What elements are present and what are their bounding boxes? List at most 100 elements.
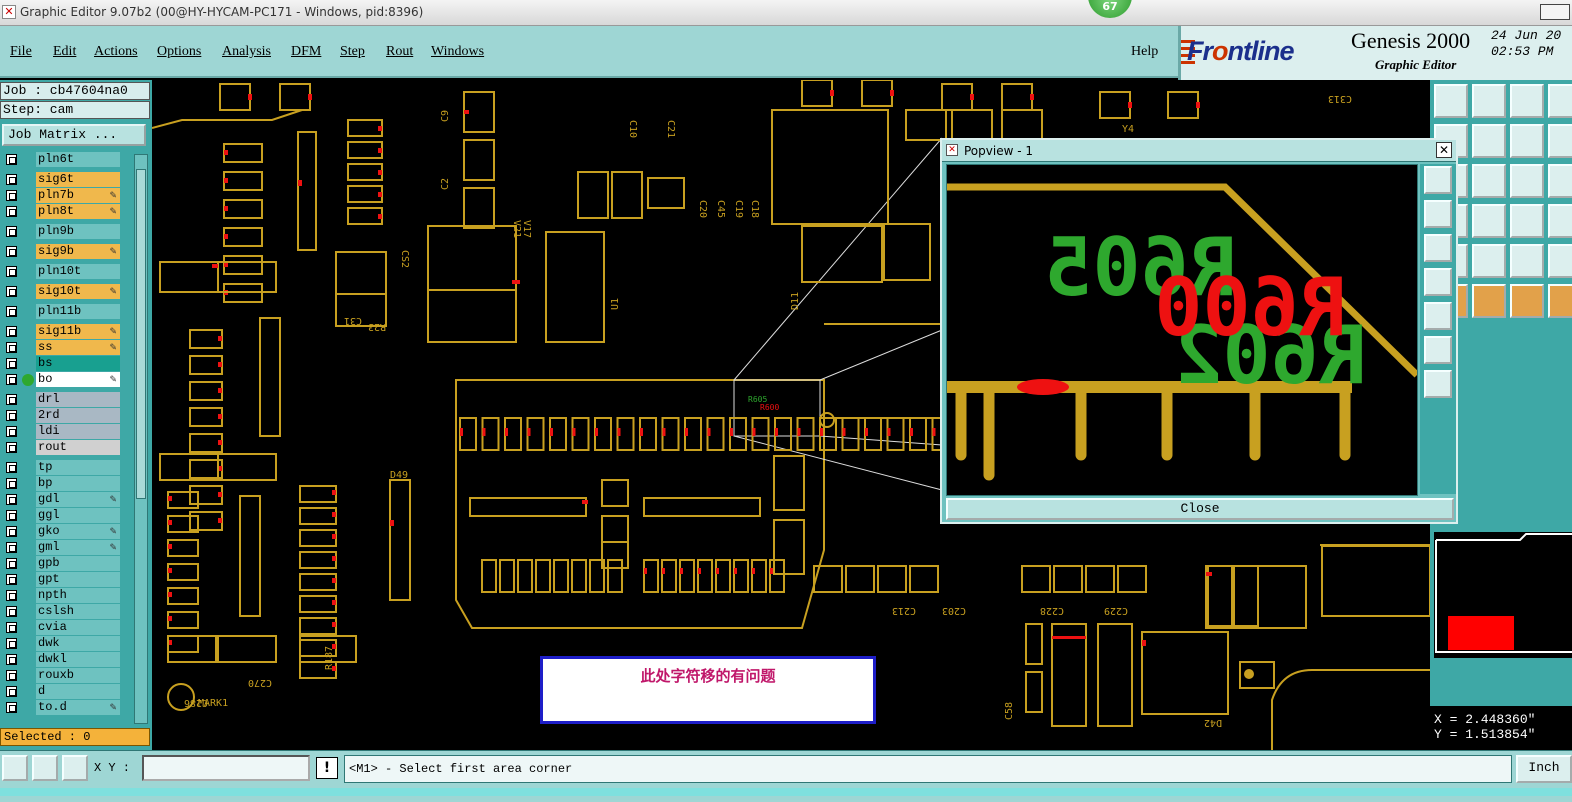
- layer-row-d[interactable]: d: [2, 684, 120, 699]
- overview-map[interactable]: [1430, 530, 1572, 706]
- layer-checkbox[interactable]: [6, 686, 17, 697]
- layer-checkbox[interactable]: [6, 462, 17, 473]
- layer-row-ss[interactable]: ss ✎: [2, 340, 120, 355]
- layer-checkbox[interactable]: [6, 526, 17, 537]
- arc-icon[interactable]: [1472, 244, 1506, 278]
- layer-checkbox[interactable]: [6, 702, 17, 713]
- layer-row-dwk[interactable]: dwk: [2, 636, 120, 651]
- popview-down-icon[interactable]: [1424, 234, 1452, 262]
- menu-edit[interactable]: Edit: [53, 44, 76, 60]
- layer-row-to.d[interactable]: to.d ✎: [2, 700, 120, 715]
- layer-checkbox[interactable]: [6, 358, 17, 369]
- layer-name[interactable]: bo ✎: [36, 372, 120, 387]
- layer-name[interactable]: pln6t: [36, 152, 120, 167]
- layer-checkbox[interactable]: [6, 306, 17, 317]
- menu-dfm[interactable]: DFM: [291, 44, 321, 60]
- layer-checkbox[interactable]: [6, 574, 17, 585]
- layer-name[interactable]: rouxb: [36, 668, 120, 683]
- pointer-icon[interactable]: [1510, 284, 1544, 318]
- measure-icon[interactable]: [32, 755, 58, 781]
- layer-name[interactable]: cvia: [36, 620, 120, 635]
- layer-row-pln10t[interactable]: pln10t: [2, 264, 120, 279]
- popview-left-icon[interactable]: [1424, 268, 1452, 296]
- popview-right-icon[interactable]: [1424, 302, 1452, 330]
- flip-icon[interactable]: [1510, 244, 1544, 278]
- overview-map-canvas[interactable]: [1434, 532, 1572, 658]
- menu-step[interactable]: Step: [340, 44, 365, 60]
- menu-file[interactable]: File: [10, 44, 32, 60]
- layer-checkbox[interactable]: [6, 286, 17, 297]
- layer-row-bp[interactable]: bp: [2, 476, 120, 491]
- layer-checkbox[interactable]: [6, 206, 17, 217]
- layer-checkbox[interactable]: [6, 442, 17, 453]
- popview-zoom-out-icon[interactable]: [1424, 370, 1452, 398]
- pin-icon[interactable]: [1548, 204, 1572, 238]
- layer-name[interactable]: cslsh: [36, 604, 120, 619]
- notification-badge[interactable]: 67: [1088, 0, 1132, 18]
- move-icon[interactable]: [1472, 124, 1506, 158]
- layer-row-dwkl[interactable]: dwkl: [2, 652, 120, 667]
- unit-button[interactable]: Inch: [1516, 755, 1572, 783]
- layer-row-cslsh[interactable]: cslsh: [2, 604, 120, 619]
- layer-row-drl[interactable]: drl: [2, 392, 120, 407]
- popview-up-icon[interactable]: [1424, 200, 1452, 228]
- layer-row-rouxb[interactable]: rouxb: [2, 668, 120, 683]
- layer-name[interactable]: ldi: [36, 424, 120, 439]
- layer-name[interactable]: npth: [36, 588, 120, 603]
- align-icon[interactable]: [1548, 244, 1572, 278]
- layer-name[interactable]: gko ✎: [36, 524, 120, 539]
- layer-row-pln6t[interactable]: pln6t: [2, 152, 120, 167]
- layer-name[interactable]: gpt: [36, 572, 120, 587]
- layer-name[interactable]: sig6t: [36, 172, 120, 187]
- popview-close-button[interactable]: Close: [946, 498, 1454, 520]
- layer-checkbox[interactable]: [6, 326, 17, 337]
- layer-row-sig6t[interactable]: sig6t: [2, 172, 120, 187]
- snap-icon[interactable]: [1548, 164, 1572, 198]
- layer-checkbox[interactable]: [6, 190, 17, 201]
- scale-icon[interactable]: [1548, 124, 1572, 158]
- layer-row-rout[interactable]: rout: [2, 440, 120, 455]
- layer-name[interactable]: 2rd: [36, 408, 120, 423]
- zoom-icon[interactable]: [1472, 164, 1506, 198]
- layer-name[interactable]: sig11b ✎: [36, 324, 120, 339]
- layer-row-pln11b[interactable]: pln11b: [2, 304, 120, 319]
- layer-checkbox[interactable]: [6, 558, 17, 569]
- scrollbar-thumb[interactable]: [136, 169, 146, 499]
- layer-row-tp[interactable]: tp: [2, 460, 120, 475]
- layer-name[interactable]: gml ✎: [36, 540, 120, 555]
- popview-close-icon[interactable]: ✕: [1436, 142, 1452, 158]
- open-icon[interactable]: [1434, 84, 1468, 118]
- rotate-icon[interactable]: [1510, 124, 1544, 158]
- grid-icon[interactable]: [62, 755, 88, 781]
- layer-checkbox[interactable]: [6, 478, 17, 489]
- layer-name[interactable]: gdl ✎: [36, 492, 120, 507]
- refresh-icon[interactable]: [1548, 84, 1572, 118]
- layer-name[interactable]: pln10t: [36, 264, 120, 279]
- home-icon[interactable]: [1510, 84, 1544, 118]
- layer-name[interactable]: sig9b ✎: [36, 244, 120, 259]
- layer-name[interactable]: ss ✎: [36, 340, 120, 355]
- layer-row-ggl[interactable]: ggl: [2, 508, 120, 523]
- menu-actions[interactable]: Actions: [94, 44, 138, 60]
- popview-canvas[interactable]: R605 R602 R600: [946, 164, 1420, 496]
- layer-name[interactable]: drl: [36, 392, 120, 407]
- layer-name[interactable]: ggl: [36, 508, 120, 523]
- layer-checkbox[interactable]: [6, 426, 17, 437]
- layer-row-sig9b[interactable]: sig9b ✎: [2, 244, 120, 259]
- info-icon[interactable]: !: [316, 757, 338, 779]
- window-controls[interactable]: [1540, 4, 1570, 20]
- layer-checkbox[interactable]: [6, 154, 17, 165]
- layer-row-gdl[interactable]: gdl ✎: [2, 492, 120, 507]
- select-mode-icon[interactable]: [2, 755, 28, 781]
- layer-checkbox[interactable]: [6, 394, 17, 405]
- save-icon[interactable]: [1472, 84, 1506, 118]
- layer-row-2rd[interactable]: 2rd: [2, 408, 120, 423]
- layer-name[interactable]: dwk: [36, 636, 120, 651]
- layer-row-gpt[interactable]: gpt: [2, 572, 120, 587]
- layer-checkbox[interactable]: [6, 654, 17, 665]
- triangle-alt-icon[interactable]: [1472, 284, 1506, 318]
- layer-checkbox[interactable]: [6, 638, 17, 649]
- layer-row-sig10t[interactable]: sig10t ✎: [2, 284, 120, 299]
- layer-name[interactable]: to.d ✎: [36, 700, 120, 715]
- layer-name[interactable]: pln9b: [36, 224, 120, 239]
